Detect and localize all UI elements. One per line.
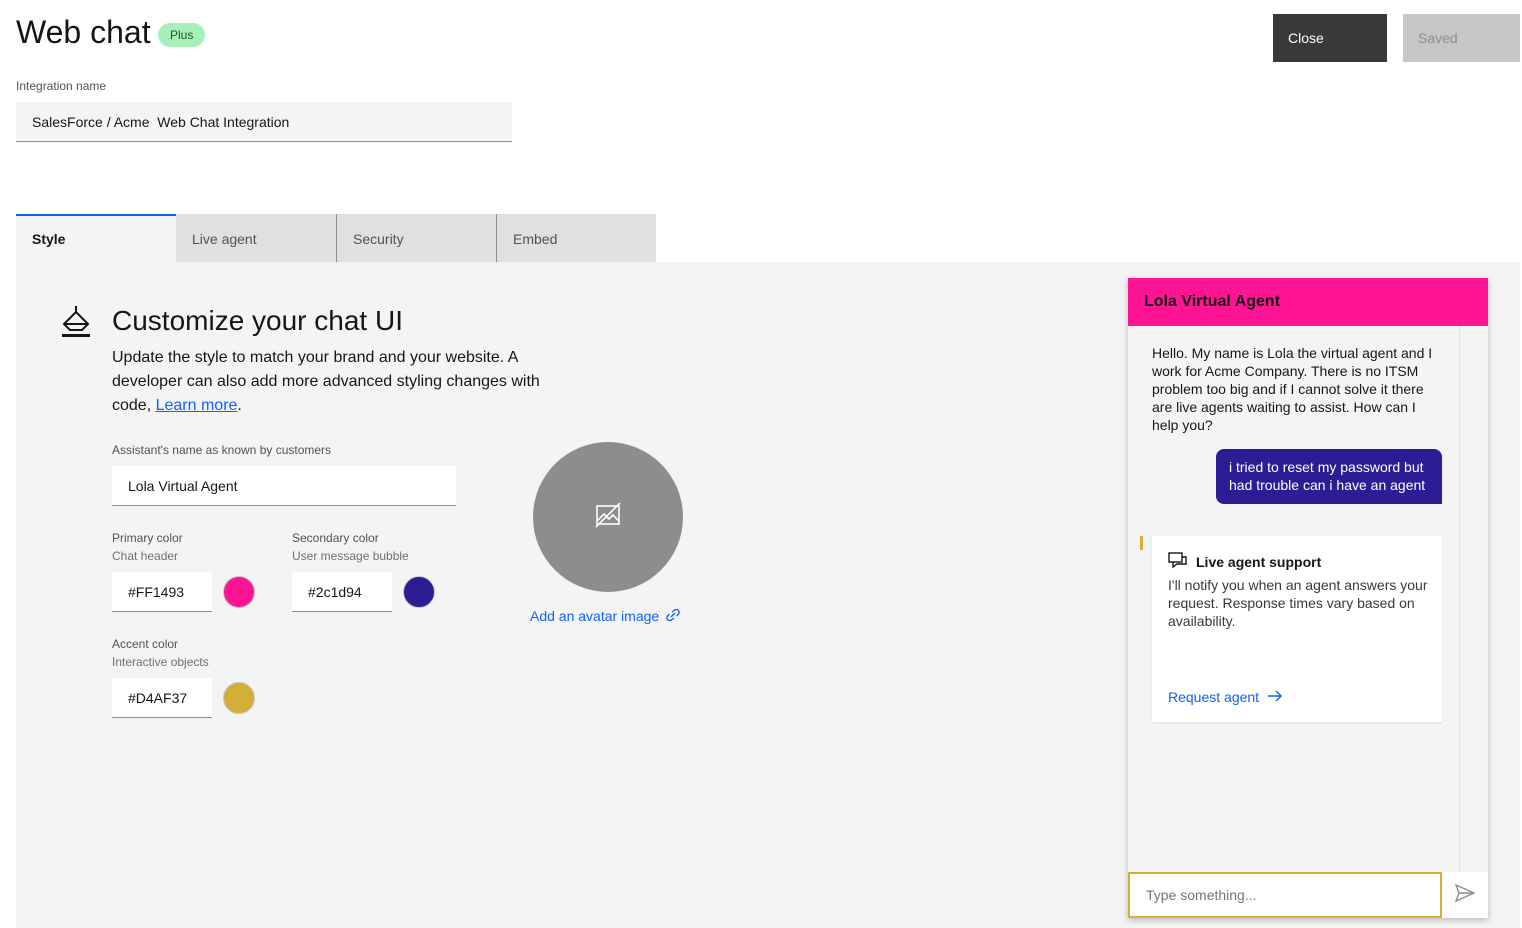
send-icon [1454, 883, 1476, 907]
card-title: Live agent support [1196, 554, 1322, 570]
accent-color-helper: Interactive objects [112, 655, 209, 669]
tab-embed[interactable]: Embed [496, 214, 656, 262]
chat-bubbles-icon [1168, 552, 1188, 575]
assistant-name-label: Assistant's name as known by customers [112, 443, 332, 457]
secondary-color-input[interactable] [292, 572, 392, 612]
chat-preview: Lola Virtual Agent Hello. My name is Lol… [1128, 278, 1488, 918]
avatar-placeholder[interactable] [533, 442, 683, 592]
integration-name-input[interactable] [16, 102, 512, 142]
bot-message: Hello. My name is Lola the virtual agent… [1152, 345, 1433, 433]
tab-bar: Style Live agent Security Embed [16, 214, 656, 262]
accent-color-label: Accent color [112, 637, 179, 651]
accent-color-input[interactable] [112, 678, 212, 718]
accent-color-swatch[interactable] [223, 682, 255, 714]
arrow-right-icon [1267, 689, 1283, 705]
page-title: Web chat [16, 14, 151, 50]
primary-color-swatch[interactable] [223, 576, 255, 608]
user-message-bubble: i tried to reset my password but had tro… [1216, 449, 1442, 504]
primary-color-input[interactable] [112, 572, 212, 612]
section-description: Update the style to match your brand and… [112, 349, 540, 414]
assistant-name-input[interactable] [112, 466, 456, 506]
secondary-color-helper: User message bubble [292, 549, 409, 563]
primary-color-helper: Chat header [112, 549, 179, 563]
integration-name-label: Integration name [16, 79, 107, 93]
tab-security[interactable]: Security [336, 214, 496, 262]
live-agent-card: Live agent support I'll notify you when … [1152, 536, 1442, 722]
primary-color-label: Primary color [112, 531, 183, 545]
paint-brush-icon [60, 304, 92, 340]
card-body: I'll notify you when an agent answers yo… [1168, 577, 1428, 629]
secondary-color-swatch[interactable] [403, 576, 435, 608]
link-icon [665, 608, 681, 624]
chat-scrollbar[interactable] [1459, 326, 1488, 872]
no-image-icon [594, 501, 622, 534]
section-title: Customize your chat UI [112, 305, 403, 336]
tab-live-agent[interactable]: Live agent [176, 214, 336, 262]
secondary-color-label: Secondary color [292, 531, 379, 545]
request-agent-link[interactable]: Request agent [1168, 689, 1283, 705]
learn-more-link[interactable]: Learn more [156, 397, 238, 414]
close-button[interactable]: Close [1273, 14, 1387, 62]
send-button[interactable] [1442, 872, 1488, 918]
tab-style[interactable]: Style [16, 214, 176, 262]
saved-button[interactable]: Saved [1403, 14, 1520, 62]
chat-message-input[interactable] [1128, 872, 1442, 918]
plan-tag: Plus [158, 23, 206, 47]
accent-indicator [1140, 536, 1143, 550]
add-avatar-link[interactable]: Add an avatar image [530, 608, 681, 624]
chat-header: Lola Virtual Agent [1128, 278, 1488, 326]
